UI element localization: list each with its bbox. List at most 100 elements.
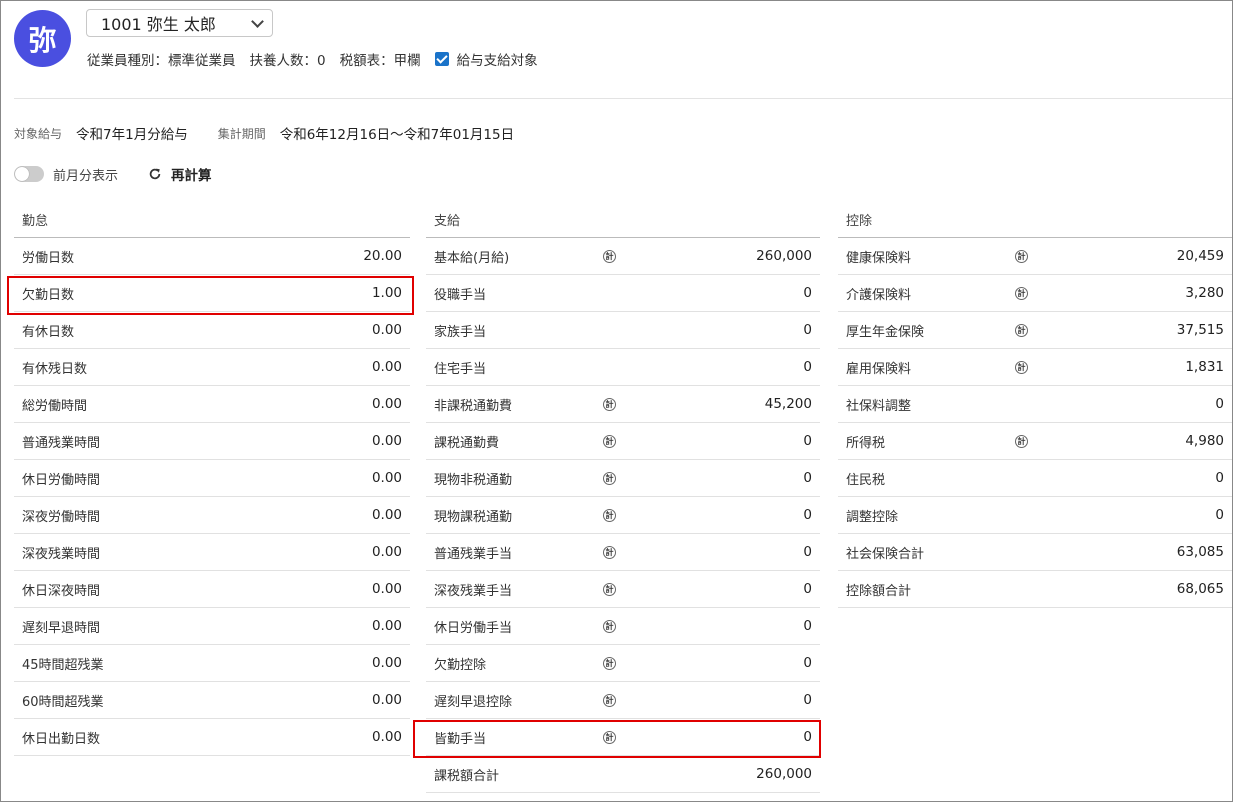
row-value: 4,980 [1185, 433, 1224, 449]
calc-icon[interactable]: 計 [1015, 286, 1028, 300]
deductions-row: 厚生年金保険 計 37,515 [838, 312, 1232, 349]
row-value: 0.00 [371, 655, 402, 671]
calc-icon[interactable]: 計 [603, 619, 616, 633]
attendance-row: 総労働時間 0.00 [14, 386, 410, 423]
attendance-row: 休日出勤日数 0.00 [14, 719, 410, 756]
row-label: 欠勤控除 [434, 657, 487, 673]
calc-icon[interactable]: 計 [603, 693, 616, 707]
row-label: 深夜残業手当 [434, 583, 513, 599]
range-label: 集計期間 [217, 126, 266, 141]
prev-month-label: 前月分表示 [53, 168, 119, 184]
range-value: 令和6年12月16日〜令和7年01月15日 [279, 127, 515, 143]
payments-row: 深夜残業手当 計 0 [426, 571, 820, 608]
payments-row: 現物非税通勤 計 0 [426, 460, 820, 497]
employee-name: 1001 弥生 太郎 [101, 15, 216, 34]
row-value: 0.00 [371, 581, 402, 597]
attendance-row: 休日労働時間 0.00 [14, 460, 410, 497]
row-label: 社保料調整 [846, 398, 912, 414]
row-label: 現物課税通勤 [434, 509, 513, 525]
calc-icon[interactable]: 計 [603, 656, 616, 670]
row-value: 260,000 [756, 248, 812, 264]
row-value: 37,515 [1176, 322, 1224, 338]
row-value: 0.00 [371, 396, 402, 412]
employee-select[interactable]: 1001 弥生 太郎 [86, 9, 273, 37]
row-label: 非課税通勤費 [434, 398, 513, 414]
row-label: 60時間超残業 [22, 694, 104, 710]
deductions-row: 社保料調整 0 [838, 386, 1232, 423]
deductions-row: 控除額合計 68,065 [838, 571, 1232, 608]
recalc-button[interactable]: 再計算 [148, 164, 212, 184]
calc-icon[interactable]: 計 [603, 545, 616, 559]
row-value: 63,085 [1176, 544, 1224, 560]
payments-row: 住宅手当 0 [426, 349, 820, 386]
row-value: 0.00 [371, 322, 402, 338]
calc-icon[interactable]: 計 [1015, 323, 1028, 337]
payments-row: 現物課税通勤 計 0 [426, 497, 820, 534]
deductions-row: 住民税 0 [838, 460, 1232, 497]
row-label: 深夜残業時間 [22, 546, 101, 562]
prev-month-toggle[interactable] [14, 166, 44, 182]
calc-icon[interactable]: 計 [603, 397, 616, 411]
row-value: 0 [803, 618, 812, 634]
row-label: 45時間超残業 [22, 657, 104, 673]
row-value: 0 [803, 433, 812, 449]
payments-header: 支給 [426, 201, 820, 238]
row-value: 20.00 [363, 248, 402, 264]
deductions-rows: 健康保険料計 20,459 介護保険料計 3,280 厚生年金保険計 37,515 雇用保険… [838, 238, 1232, 608]
payments-row: 普通残業手当 計 0 [426, 534, 820, 571]
calc-icon[interactable]: 計 [1015, 434, 1028, 448]
deductions-row: 調整控除 0 [838, 497, 1232, 534]
attendance-row: 休日深夜時間 0.00 [14, 571, 410, 608]
row-label: 基本給(月給) [434, 250, 510, 266]
row-label: 休日出勤日数 [22, 731, 101, 747]
attendance-row: 60時間超残業 0.00 [14, 682, 410, 719]
row-value: 0 [1215, 396, 1224, 412]
row-value: 0.00 [371, 470, 402, 486]
calc-icon[interactable]: 計 [603, 582, 616, 596]
absence-days-highlight [7, 276, 414, 315]
payroll-target-checkbox[interactable] [434, 52, 449, 66]
target-value: 令和7年1月分給与 [76, 127, 188, 143]
refresh-icon [149, 168, 161, 180]
deductions-row: 社会保険合計 63,085 [838, 534, 1232, 571]
calc-icon[interactable]: 計 [603, 471, 616, 485]
calc-icon[interactable]: 計 [603, 249, 616, 263]
employee-type: 従業員種別：標準従業員 [87, 53, 236, 69]
calc-icon[interactable]: 計 [603, 508, 616, 522]
employee-info: 従業員種別：標準従業員 扶養人数：0 税額表：甲欄 給与支給対象 [87, 49, 538, 69]
chevron-down-icon [251, 14, 264, 28]
row-label: 家族手当 [434, 324, 487, 340]
row-label: 役職手当 [434, 287, 487, 303]
attendance-row: 45時間超残業 0.00 [14, 645, 410, 682]
payments-row: 課税額合計 260,000 [426, 756, 820, 793]
attendance-header: 勤怠 [14, 201, 410, 238]
toggle-knob [15, 167, 29, 181]
row-value: 0 [803, 544, 812, 560]
calc-icon[interactable]: 計 [603, 434, 616, 448]
payments-row: 役職手当 0 [426, 275, 820, 312]
calc-icon[interactable]: 計 [1015, 249, 1028, 263]
row-value: 0 [803, 322, 812, 338]
attendance-allowance-highlight [413, 720, 821, 758]
calc-icon[interactable]: 計 [1015, 360, 1028, 374]
period-info: 対象給与 令和7年1月分給与 集計期間 令和6年12月16日〜令和7年01月15… [14, 123, 515, 144]
attendance-row: 有休残日数 0.00 [14, 349, 410, 386]
row-label: 遅刻早退控除 [434, 694, 513, 710]
divider [14, 98, 1232, 99]
attendance-row: 深夜労働時間 0.00 [14, 497, 410, 534]
row-value: 0.00 [371, 692, 402, 708]
row-label: 深夜労働時間 [22, 509, 101, 525]
payments-row: 非課税通勤費 計 45,200 [426, 386, 820, 423]
row-value: 0 [803, 470, 812, 486]
attendance-row: 普通残業時間 0.00 [14, 423, 410, 460]
row-label: 休日労働時間 [22, 472, 101, 488]
row-value: 0.00 [371, 544, 402, 560]
deductions-row: 介護保険料計 3,280 [838, 275, 1232, 312]
row-value: 0.00 [371, 507, 402, 523]
row-label: 住宅手当 [434, 361, 487, 377]
row-value: 68,065 [1176, 581, 1224, 597]
row-label: 調整控除 [846, 509, 899, 525]
row-label: 課税通勤費 [434, 435, 500, 451]
avatar: 弥 [14, 10, 71, 67]
row-value: 0 [803, 581, 812, 597]
